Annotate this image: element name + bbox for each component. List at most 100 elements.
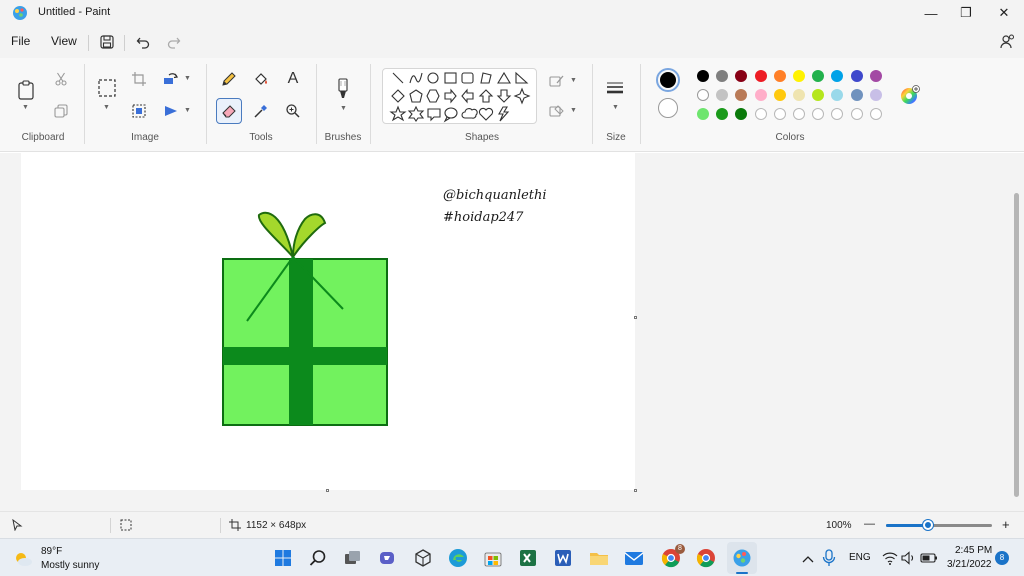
- down-arrow-shape[interactable]: [496, 89, 512, 103]
- rounded-rectangle-shape[interactable]: [461, 72, 474, 84]
- volume-icon[interactable]: [898, 547, 920, 569]
- hexagon-shape[interactable]: [426, 89, 440, 103]
- polygon-shape[interactable]: [480, 72, 492, 84]
- up-arrow-shape[interactable]: [478, 89, 494, 103]
- excel-icon[interactable]: [517, 547, 539, 569]
- edit-colors-icon[interactable]: [899, 84, 921, 106]
- custom-color-slot[interactable]: [793, 108, 805, 120]
- color-swatch[interactable]: [812, 89, 825, 101]
- triangle-shape[interactable]: [497, 71, 511, 84]
- paint-taskbar-icon[interactable]: [731, 547, 753, 569]
- color-swatch[interactable]: [716, 89, 729, 101]
- weather-temperature[interactable]: 89°F: [41, 546, 62, 557]
- minimize-button[interactable]: —: [912, 0, 950, 26]
- canvas-resize-handle-corner[interactable]: [634, 489, 637, 492]
- select-icon[interactable]: [94, 75, 120, 101]
- mail-icon[interactable]: [623, 547, 645, 569]
- save-icon[interactable]: [96, 31, 118, 53]
- color-swatch[interactable]: [773, 70, 786, 82]
- paste-chevron-down-icon[interactable]: ▼: [22, 104, 29, 111]
- primary-color-swatch[interactable]: [656, 68, 680, 92]
- vertical-scrollbar[interactable]: [1014, 193, 1019, 497]
- stroke-size-icon[interactable]: [604, 78, 626, 98]
- eraser-icon[interactable]: [216, 98, 242, 124]
- microsoft-store-icon[interactable]: [482, 547, 504, 569]
- text-tool-icon[interactable]: A: [282, 68, 304, 90]
- color-picker-icon[interactable]: [250, 100, 272, 122]
- edge-icon[interactable]: [447, 547, 469, 569]
- crop-icon[interactable]: [128, 68, 150, 90]
- lightning-shape[interactable]: [498, 106, 510, 122]
- color-swatch[interactable]: [850, 89, 863, 101]
- custom-color-slot[interactable]: [754, 108, 767, 120]
- six-point-star-shape[interactable]: [407, 105, 425, 122]
- custom-color-slot[interactable]: [869, 108, 882, 120]
- color-swatch[interactable]: [793, 70, 805, 82]
- brush-chevron-down-icon[interactable]: ▼: [340, 105, 347, 112]
- rectangle-shape[interactable]: [444, 72, 457, 84]
- zoom-out-button[interactable]: —: [864, 518, 875, 530]
- custom-color-slot[interactable]: [850, 108, 863, 120]
- weather-description[interactable]: Mostly sunny: [41, 560, 99, 571]
- flip-icon[interactable]: [160, 100, 182, 122]
- outline-chevron-down-icon[interactable]: ▼: [570, 77, 577, 84]
- rotate-chevron-down-icon[interactable]: ▼: [184, 75, 191, 82]
- microphone-icon[interactable]: [818, 547, 840, 569]
- search-icon[interactable]: [307, 547, 329, 569]
- battery-icon[interactable]: [918, 547, 940, 569]
- color-swatch[interactable]: [831, 70, 844, 82]
- curve-shape[interactable]: [409, 72, 423, 84]
- weather-sun-icon[interactable]: [12, 548, 34, 570]
- oval-callout-shape[interactable]: [443, 107, 458, 123]
- oval-shape[interactable]: [427, 72, 439, 84]
- color-swatch[interactable]: [735, 89, 748, 101]
- custom-color-slot[interactable]: [773, 108, 786, 120]
- color-swatch[interactable]: [735, 70, 748, 82]
- color-swatch[interactable]: [831, 89, 844, 101]
- account-icon[interactable]: [996, 31, 1018, 53]
- color-swatch[interactable]: [754, 70, 767, 82]
- rectangular-callout-shape[interactable]: [427, 108, 441, 122]
- paste-icon[interactable]: [14, 77, 38, 103]
- input-language[interactable]: ENG: [849, 552, 871, 563]
- resize-icon[interactable]: [128, 100, 150, 122]
- fill-chevron-down-icon[interactable]: ▼: [570, 107, 577, 114]
- rotate-icon[interactable]: [160, 68, 182, 90]
- color-swatch[interactable]: [869, 89, 882, 101]
- outline-icon[interactable]: [546, 70, 568, 92]
- close-button[interactable]: ✕: [985, 0, 1023, 26]
- notification-badge[interactable]: 8: [995, 551, 1009, 565]
- word-icon[interactable]: [552, 547, 574, 569]
- color-swatch[interactable]: [716, 108, 729, 120]
- fill-bucket-icon[interactable]: [250, 68, 272, 90]
- color-swatch[interactable]: [869, 70, 882, 82]
- clock-date[interactable]: 3/21/2022: [947, 559, 992, 570]
- widgets-cube-icon[interactable]: [412, 547, 434, 569]
- restore-button[interactable]: ❐: [947, 0, 985, 26]
- right-triangle-shape[interactable]: [515, 71, 529, 84]
- file-explorer-icon[interactable]: [588, 547, 610, 569]
- custom-color-slot[interactable]: [831, 108, 844, 120]
- teams-chat-icon[interactable]: [377, 547, 399, 569]
- four-point-star-shape[interactable]: [513, 87, 531, 105]
- color-swatch[interactable]: [697, 108, 709, 120]
- fill-icon[interactable]: [546, 100, 568, 122]
- brush-icon[interactable]: [332, 76, 354, 102]
- chrome-icon[interactable]: [695, 547, 717, 569]
- custom-color-slot[interactable]: [812, 108, 825, 120]
- color-swatch[interactable]: [697, 70, 709, 82]
- canvas-resize-handle-right[interactable]: [634, 316, 637, 319]
- line-shape[interactable]: [392, 72, 404, 84]
- start-windows-icon[interactable]: [272, 547, 294, 569]
- select-chevron-down-icon[interactable]: ▼: [103, 104, 110, 111]
- pentagon-shape[interactable]: [409, 89, 423, 103]
- five-point-star-shape[interactable]: [389, 105, 407, 122]
- show-hidden-icons-chevron-up-icon[interactable]: [797, 548, 819, 570]
- heart-shape[interactable]: [478, 107, 494, 121]
- undo-icon[interactable]: [132, 31, 154, 53]
- menu-file[interactable]: File: [11, 34, 30, 48]
- pencil-icon[interactable]: [218, 68, 240, 90]
- redo-icon[interactable]: [163, 31, 185, 53]
- secondary-color-swatch[interactable]: [658, 98, 678, 118]
- clock-time[interactable]: 2:45 PM: [955, 545, 992, 556]
